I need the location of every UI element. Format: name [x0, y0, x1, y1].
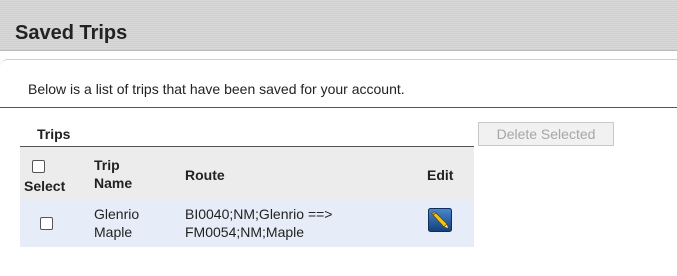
page-header: Saved Trips	[0, 0, 677, 51]
trips-table: Select Trip Name Route Edit Glenrio Mapl…	[20, 146, 474, 247]
table-row: Glenrio Maple BI0040;NM;Glenrio ==> FM00…	[20, 199, 474, 247]
route-line1: BI0040;NM;Glenrio ==>	[185, 206, 333, 222]
divider	[0, 107, 677, 108]
page-title: Saved Trips	[15, 22, 128, 44]
intro-text: Below is a list of trips that have been …	[28, 81, 405, 97]
column-header-trip-name-line1: Trip	[94, 157, 120, 173]
delete-selected-button[interactable]: Delete Selected	[478, 122, 614, 146]
pencil-edit-icon[interactable]	[428, 208, 452, 232]
column-header-select: Select	[24, 178, 66, 194]
trip-name-line1: Glenrio	[94, 206, 140, 222]
row-select-checkbox[interactable]	[40, 217, 53, 230]
select-all-checkbox[interactable]	[32, 160, 45, 173]
column-header-trip-name-line2: Name	[94, 175, 133, 191]
trips-section-label: Trips	[37, 126, 71, 142]
route-line2: FM0054;NM;Maple	[185, 224, 305, 240]
table-header-row: Select Trip Name Route Edit	[20, 146, 474, 200]
column-header-edit: Edit	[427, 167, 454, 183]
trip-name-line2: Maple	[94, 224, 133, 240]
column-header-route: Route	[185, 167, 225, 183]
